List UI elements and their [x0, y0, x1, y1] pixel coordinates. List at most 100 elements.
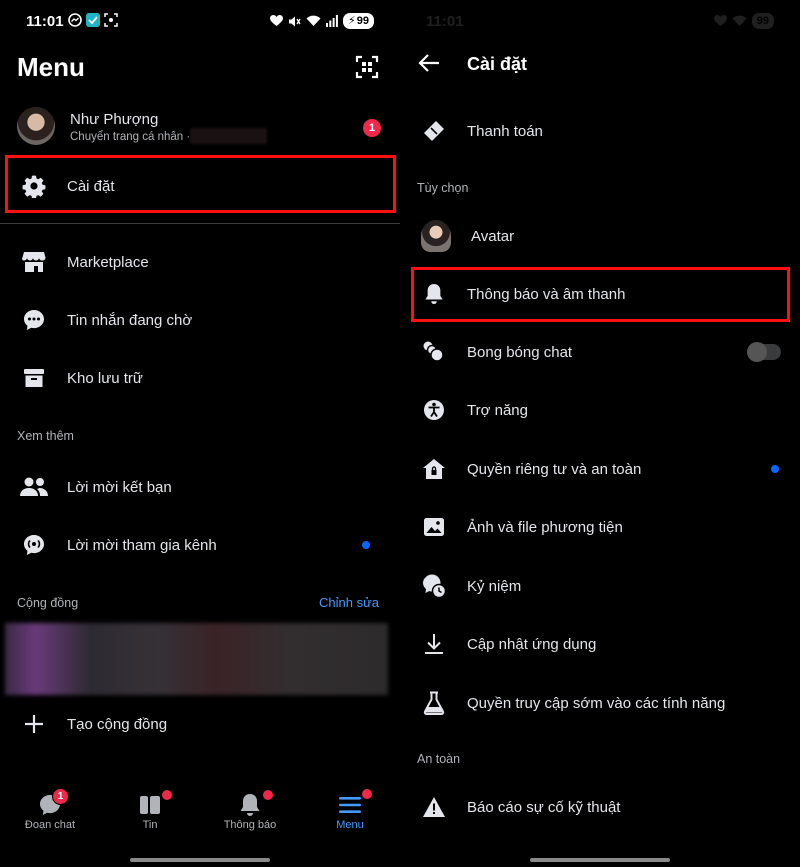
- privacy-safety-label: Quyền riêng tư và an toàn: [467, 460, 642, 478]
- mute-icon: [289, 16, 301, 26]
- nav-chats[interactable]: 1 Đoạn chat: [10, 788, 90, 831]
- app-update-label: Cập nhật ứng dụng: [467, 635, 597, 653]
- archive-icon: [20, 364, 48, 392]
- channel-invites-label: Lời mời tham gia kênh: [67, 536, 217, 554]
- system-icons: ⚡ 99: [270, 13, 374, 29]
- chats-badge: 1: [52, 788, 69, 805]
- image-icon: [420, 513, 448, 541]
- menu-dot: [362, 789, 372, 799]
- early-access-item[interactable]: Quyền truy cập sớm vào các tính năng: [400, 674, 800, 732]
- stories-dot: [162, 790, 172, 800]
- memories-label: Kỷ niệm: [467, 577, 522, 595]
- warning-icon: [420, 793, 448, 821]
- create-community-label: Tạo cộng đồng: [67, 715, 168, 733]
- chat-bubble-icon: [20, 306, 48, 334]
- home-lock-icon: [420, 455, 448, 483]
- download-icon: [420, 630, 448, 658]
- pending-messages-item[interactable]: Tin nhắn đang chờ: [0, 291, 400, 349]
- home-indicator-right: [530, 858, 670, 862]
- qr-scan-icon[interactable]: [355, 55, 379, 79]
- create-community-item[interactable]: Tạo cộng đồng: [0, 695, 400, 753]
- battery-level-faded: 99: [756, 15, 769, 27]
- see-more-header: Xem thêm: [17, 429, 74, 443]
- avatar-item[interactable]: Avatar: [400, 207, 800, 265]
- status-time-faded: 11:01: [426, 13, 464, 30]
- chat-heads-toggle[interactable]: [747, 342, 781, 362]
- wifi-icon: [732, 15, 747, 26]
- payment-label: Thanh toán: [467, 122, 543, 140]
- status-bar: 11:01 ⚡ 99: [0, 0, 400, 42]
- people-icon: [20, 473, 48, 501]
- profile-notification-badge: 1: [362, 118, 382, 138]
- accessibility-item[interactable]: Trợ năng: [400, 381, 800, 439]
- nav-stories[interactable]: Tin: [110, 790, 190, 831]
- hamburger-menu-icon: [339, 797, 361, 813]
- chat-heads-icon: [420, 338, 448, 366]
- profile-row[interactable]: Như Phượng Chuyển trang cá nhân · 1: [0, 100, 400, 156]
- friend-requests-label: Lời mời kết bạn: [67, 478, 172, 496]
- channel-invites-item[interactable]: Lời mời tham gia kênh: [0, 516, 400, 574]
- report-problem-item[interactable]: Báo cáo sự cố kỹ thuật: [400, 778, 800, 836]
- accessibility-icon: [420, 396, 448, 424]
- nav-chats-label: Đoạn chat: [24, 819, 76, 831]
- bell-icon: [240, 794, 260, 816]
- page-title: Menu: [17, 52, 85, 82]
- privacy-unread-dot: [771, 465, 779, 473]
- report-problem-label: Báo cáo sự cố kỹ thuật: [467, 798, 621, 816]
- archive-label: Kho lưu trữ: [67, 369, 143, 387]
- avatar-icon: [421, 220, 451, 252]
- status-bar-faded: 11:01 99: [400, 0, 800, 42]
- photos-media-label: Ảnh và file phương tiện: [467, 518, 623, 536]
- nav-notifications[interactable]: Thông báo: [210, 790, 290, 831]
- notification-icons: [68, 13, 118, 27]
- settings-title: Cài đặt: [467, 54, 528, 74]
- archive-item[interactable]: Kho lưu trữ: [0, 349, 400, 407]
- edit-community-link[interactable]: Chỉnh sửa: [319, 595, 379, 610]
- nav-menu-label: Menu: [336, 819, 364, 831]
- ticket-icon: [420, 117, 448, 145]
- pending-messages-label: Tin nhắn đang chờ: [67, 311, 193, 329]
- stories-icon: [140, 796, 160, 814]
- store-icon: [20, 248, 48, 276]
- safety-header: An toàn: [417, 752, 461, 766]
- plus-icon: [20, 710, 48, 738]
- app-update-item[interactable]: Cập nhật ứng dụng: [400, 615, 800, 673]
- marketplace-label: Marketplace: [67, 253, 149, 271]
- community-header: Cộng đồng: [17, 596, 79, 610]
- avatar-label: Avatar: [471, 227, 515, 245]
- home-indicator: [130, 858, 270, 862]
- messenger-icon: [68, 13, 82, 27]
- menu-screen: 11:01 ⚡ 99 Menu Như Phượng Chuyển trang c…: [0, 0, 400, 867]
- battery-level: 99: [356, 15, 369, 27]
- marketplace-item[interactable]: Marketplace: [0, 233, 400, 291]
- unread-dot: [362, 541, 370, 549]
- app-check-icon: [86, 13, 100, 27]
- flask-icon: [420, 689, 448, 717]
- friend-requests-item[interactable]: Lời mời kết bạn: [0, 458, 400, 516]
- bolt-icon: ⚡: [348, 15, 356, 27]
- early-access-label: Quyền truy cập sớm vào các tính năng: [467, 694, 726, 712]
- status-time: 11:01: [26, 13, 64, 30]
- payment-item[interactable]: Thanh toán: [400, 102, 800, 160]
- settings-screen: 11:01 99 Cài đặt Thanh toán Tùy chọn Ava…: [400, 0, 800, 867]
- nav-menu[interactable]: Menu: [310, 789, 390, 831]
- battery-indicator-faded: 99: [751, 13, 774, 29]
- heart-icon: [270, 15, 284, 26]
- blurred-community-card[interactable]: [5, 623, 388, 695]
- chat-heads-label: Bong bóng chat: [467, 343, 573, 361]
- photos-media-item[interactable]: Ảnh và file phương tiện: [400, 498, 800, 556]
- battery-indicator: ⚡ 99: [343, 13, 374, 29]
- profile-switch-text: Chuyển trang cá nhân ·: [70, 131, 191, 143]
- channel-broadcast-icon: [20, 531, 48, 559]
- highlight-box-notifications: [411, 267, 790, 322]
- wifi-icon: [306, 15, 321, 26]
- back-arrow-icon[interactable]: [418, 53, 440, 73]
- bottom-nav: 1 Đoạn chat Tin Thông báo Menu: [0, 777, 400, 867]
- signal-icon: [326, 15, 338, 27]
- chat-heads-item[interactable]: Bong bóng chat: [400, 323, 800, 381]
- blurred-region: [190, 128, 267, 144]
- memories-item[interactable]: Kỷ niệm: [400, 557, 800, 615]
- heart-icon: [713, 15, 727, 26]
- nav-notifications-label: Thông báo: [223, 819, 277, 831]
- privacy-safety-item[interactable]: Quyền riêng tư và an toàn: [400, 440, 800, 498]
